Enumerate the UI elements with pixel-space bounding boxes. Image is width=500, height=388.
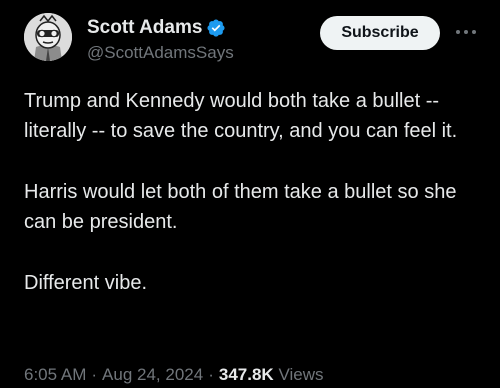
- views-label: Views: [278, 365, 324, 384]
- views-count[interactable]: 347.8K: [219, 365, 274, 384]
- tweet-paragraph: Different vibe.: [24, 272, 148, 294]
- meta-separator: ·: [91, 365, 98, 384]
- author-handle[interactable]: @ScottAdamsSays: [87, 42, 234, 64]
- tweet-card: Scott Adams @ScottAdamsSays Subscribe Tr…: [0, 0, 500, 388]
- avatar[interactable]: [24, 13, 72, 61]
- subscribe-button[interactable]: Subscribe: [320, 16, 440, 50]
- tweet-paragraph: Harris would let both of them take a bul…: [24, 181, 457, 233]
- tweet-time[interactable]: 6:05 AM: [24, 365, 86, 384]
- tweet-metadata: 6:05 AM · Aug 24, 2024 · 347.8K Views: [24, 363, 323, 387]
- verified-badge-icon: [206, 18, 226, 38]
- tweet-text: Trump and Kennedy would both take a bull…: [24, 86, 489, 298]
- more-options-button[interactable]: [452, 22, 480, 42]
- more-horizontal-icon: [456, 30, 476, 34]
- meta-separator: ·: [208, 365, 214, 384]
- tweet-date[interactable]: Aug 24, 2024: [102, 365, 203, 384]
- author-info: Scott Adams @ScottAdamsSays: [87, 16, 234, 64]
- tweet-paragraph: Trump and Kennedy would both take a bull…: [24, 90, 458, 142]
- author-display-name[interactable]: Scott Adams: [87, 16, 202, 40]
- avatar-image: [24, 13, 72, 61]
- author-name-row: Scott Adams: [87, 16, 234, 40]
